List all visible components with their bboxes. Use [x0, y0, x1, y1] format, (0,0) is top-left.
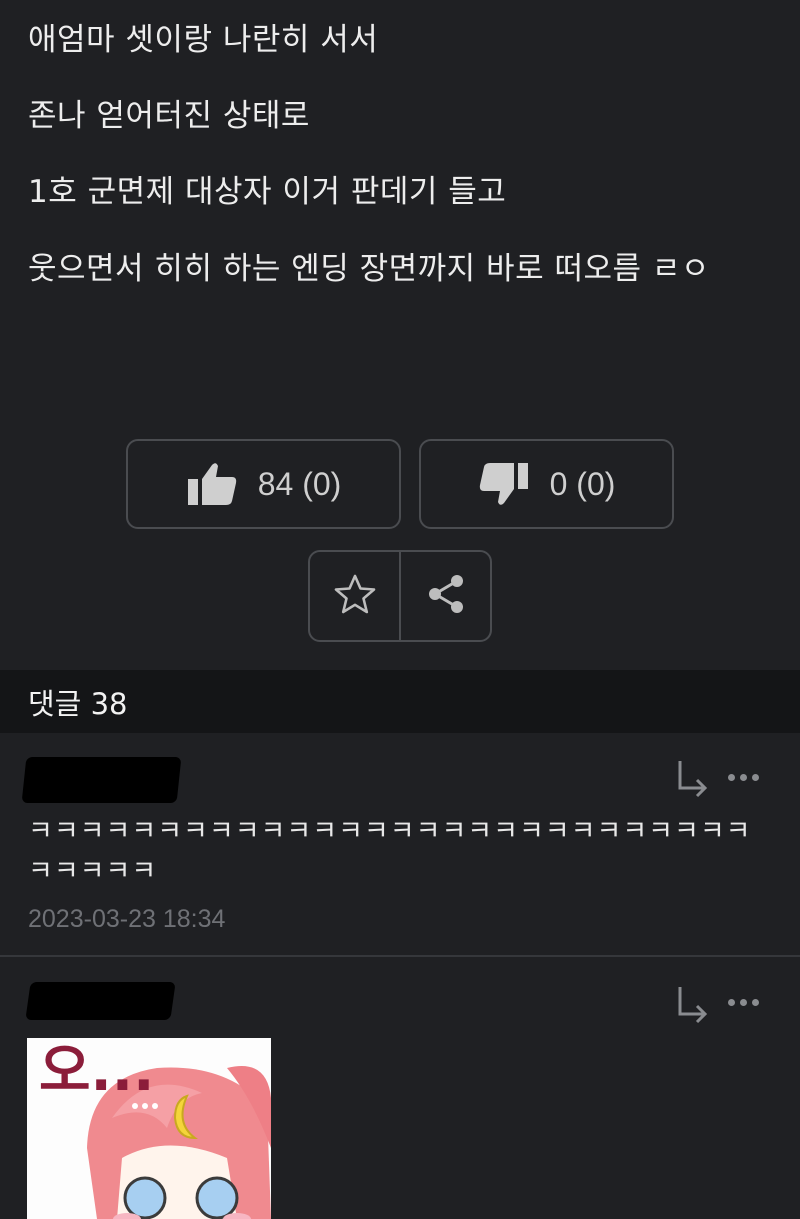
thumbs-down-icon — [478, 461, 530, 507]
post-line: 존나 얻어터진 상태로 — [28, 98, 310, 134]
post-line: 1호 군면제 대상자 이거 판데기 들고 — [28, 174, 507, 210]
thumbs-up-icon — [186, 461, 238, 507]
sticker-text: 오... — [39, 1039, 155, 1104]
downvote-count: 0 (0) — [549, 465, 616, 502]
comment-sticker-image: 오... — [27, 1038, 271, 1219]
reply-arrow-icon[interactable] — [675, 984, 711, 1028]
upvote-button[interactable]: 84 (0) — [126, 439, 401, 529]
post-actions — [308, 550, 492, 642]
reply-arrow-icon[interactable] — [675, 758, 711, 802]
comments-count-label: 댓글 38 — [28, 686, 128, 721]
comment-timestamp: 2023-03-23 18:34 — [28, 905, 226, 933]
share-button[interactable] — [399, 552, 490, 640]
more-options-icon[interactable] — [728, 999, 759, 1006]
upvote-count: 84 (0) — [257, 465, 342, 502]
downvote-button[interactable]: 0 (0) — [419, 439, 674, 529]
redacted-author-name — [21, 757, 182, 803]
comments-header: 댓글 38 — [0, 670, 800, 733]
share-icon — [424, 572, 468, 620]
comment-text: ㅋㅋㅋㅋㅋㅋㅋㅋㅋㅋㅋㅋㅋㅋㅋㅋㅋㅋㅋㅋㅋㅋㅋㅋㅋㅋㅋㅋㅋㅋㅋㅋㅋ — [28, 816, 752, 887]
bookmark-button[interactable] — [310, 552, 399, 640]
comment-divider — [0, 955, 800, 957]
redacted-author-name — [25, 982, 176, 1020]
more-options-icon[interactable] — [728, 774, 759, 781]
star-icon — [333, 573, 377, 619]
post-line: 애엄마 셋이랑 나란히 서서 — [28, 22, 379, 58]
post-line: 웃으면서 히히 하는 엔딩 장면까지 바로 떠오름 ㄹㅇ — [28, 251, 710, 287]
